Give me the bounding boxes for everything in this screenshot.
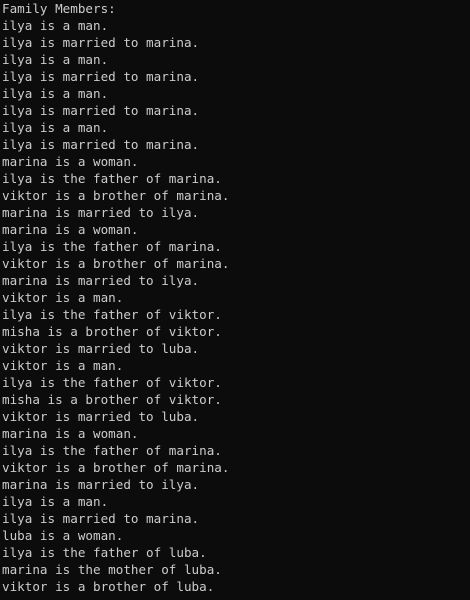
terminal-output: Family Members: ilya is a man. ilya is m… bbox=[0, 0, 470, 600]
output-line: marina is a woman. bbox=[2, 222, 139, 237]
output-line: ilya is the father of marina. bbox=[2, 171, 222, 186]
output-line: marina is a woman. bbox=[2, 426, 139, 441]
output-line: viktor is a brother of luba. bbox=[2, 579, 215, 594]
output-line: ilya is the father of marina. bbox=[2, 443, 222, 458]
output-line: misha is a brother of viktor. bbox=[2, 324, 222, 339]
output-line: misha is a brother of viktor. bbox=[2, 392, 222, 407]
output-line: ilya is married to marina. bbox=[2, 35, 200, 50]
output-line: ilya is a man. bbox=[2, 120, 109, 135]
output-line: viktor is a brother of marina. bbox=[2, 256, 230, 271]
output-line: ilya is a man. bbox=[2, 52, 109, 67]
output-line: ilya is married to marina. bbox=[2, 103, 200, 118]
output-line: ilya is the father of marina. bbox=[2, 239, 222, 254]
output-line: luba is a woman. bbox=[2, 528, 124, 543]
output-line: ilya is a man. bbox=[2, 494, 109, 509]
output-line: viktor is a brother of marina. bbox=[2, 188, 230, 203]
output-header: Family Members: bbox=[2, 1, 116, 16]
output-line: viktor is a man. bbox=[2, 358, 124, 373]
output-line: marina is the mother of luba. bbox=[2, 562, 222, 577]
output-line: ilya is the father of luba. bbox=[2, 545, 207, 560]
output-line: marina is married to ilya. bbox=[2, 273, 200, 288]
output-line: viktor is married to luba. bbox=[2, 409, 200, 424]
output-line: ilya is the father of viktor. bbox=[2, 375, 222, 390]
output-line: ilya is married to marina. bbox=[2, 137, 200, 152]
output-line: ilya is a man. bbox=[2, 18, 109, 33]
output-line: marina is married to ilya. bbox=[2, 205, 200, 220]
output-line: viktor is a brother of marina. bbox=[2, 460, 230, 475]
output-line: viktor is a man. bbox=[2, 290, 124, 305]
output-line: ilya is a man. bbox=[2, 86, 109, 101]
output-line: ilya is the father of viktor. bbox=[2, 307, 222, 322]
output-line: ilya is married to marina. bbox=[2, 511, 200, 526]
output-line: viktor is married to luba. bbox=[2, 341, 200, 356]
output-line: ilya is married to marina. bbox=[2, 69, 200, 84]
output-line: marina is married to ilya. bbox=[2, 477, 200, 492]
output-line: marina is a woman. bbox=[2, 154, 139, 169]
